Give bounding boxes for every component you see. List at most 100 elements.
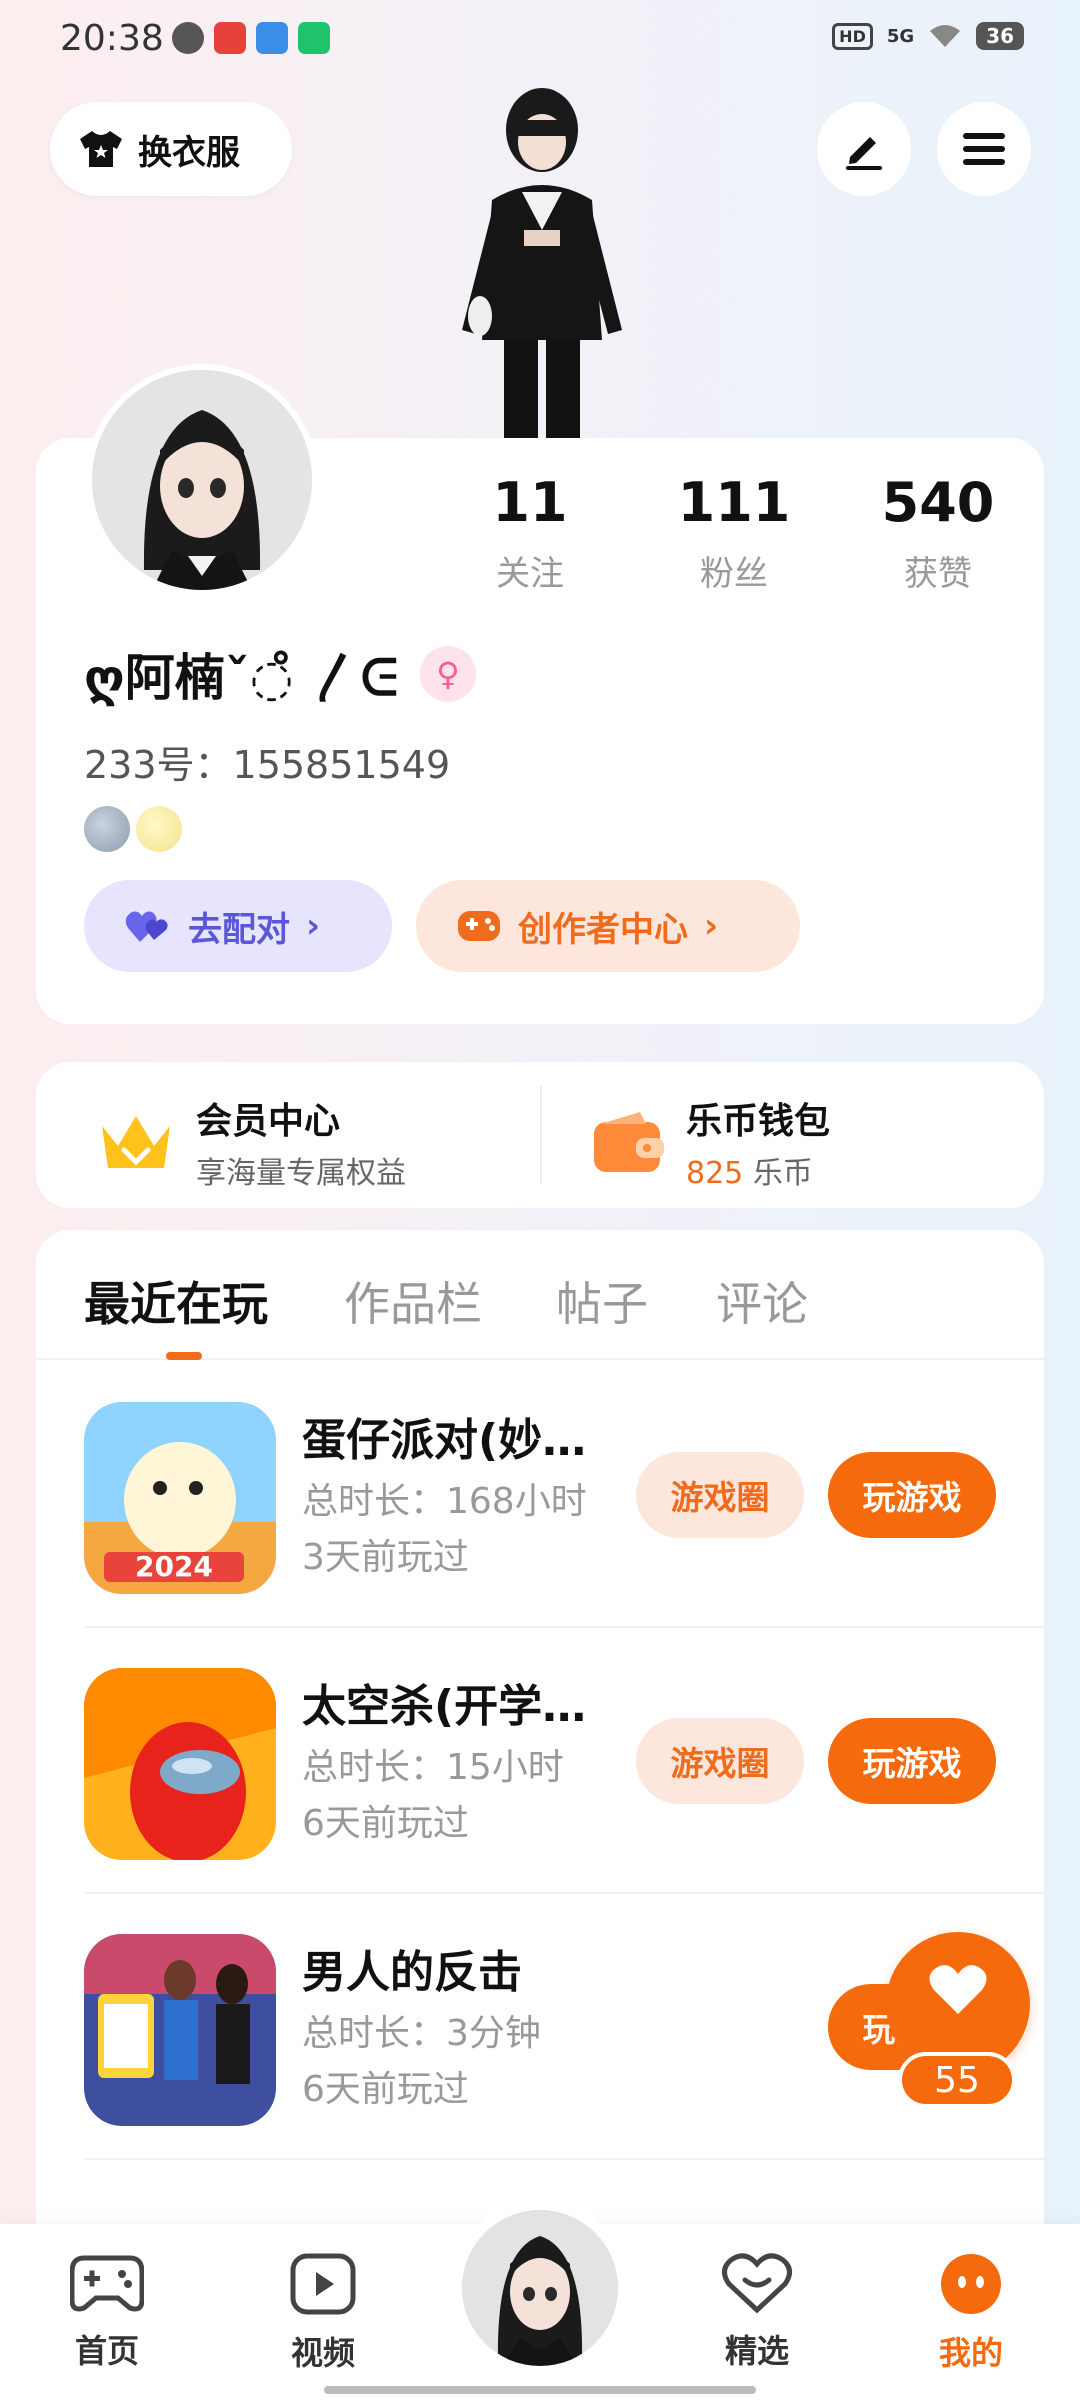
bottom-navigation: 首页 视频 精选 我的 [0,2200,1080,2400]
wallet-amount: 825 [686,1156,744,1191]
nav-video[interactable]: 视频 [258,2252,388,2374]
stat-likes[interactable]: 540 获赞 [848,470,1028,595]
stat-value: 11 [492,471,568,534]
avatar-image [92,370,312,590]
shirt-icon [80,131,122,167]
game-icon[interactable] [84,1934,276,2126]
profile-stats: 11 关注 111 粉丝 540 获赞 [440,470,1020,600]
change-outfit-label: 换衣服 [138,132,240,173]
member-wallet-card: 会员中心 享海量专属权益 乐币钱包 825 乐币 [36,1062,1044,1208]
avatar-image [462,2210,618,2366]
nav-mine[interactable]: 我的 [906,2252,1036,2374]
member-title: 会员中心 [196,1101,341,1142]
stat-following[interactable]: 11 关注 [440,470,620,595]
moon-badge-icon[interactable] [84,806,130,852]
gamepad-icon [69,2255,145,2312]
nav-featured-label: 精选 [724,2332,789,2370]
hamburger-menu-icon [963,133,1005,165]
username-row: ღ阿楠ˇ◌̊ 〳ᕮ ♀ [84,638,476,710]
match-label: 去配对 [188,909,290,950]
member-subtitle: 享海量专属权益 [196,1156,406,1191]
heart-icon [929,1965,987,2014]
stat-value: 540 [881,471,995,534]
game-icon[interactable]: 2024 [84,1402,276,1594]
nav-home[interactable]: 首页 [42,2252,172,2372]
app-notification-icon [256,22,288,54]
app-notification-icon [214,22,246,54]
stat-label: 关注 [496,554,564,594]
divider [540,1086,542,1184]
stat-label: 粉丝 [700,554,768,594]
wallet-icon [594,1112,664,1172]
edit-profile-button[interactable] [817,102,911,196]
nav-mine-label: 我的 [938,2334,1003,2372]
tab-comments[interactable]: 评论 [716,1268,808,1334]
stat-followers[interactable]: 111 粉丝 [644,470,824,595]
nav-featured[interactable]: 精选 [692,2252,822,2372]
home-indicator[interactable] [324,2386,756,2394]
like-count: 55 [898,2052,1016,2108]
wallet-entry[interactable]: 乐币钱包 825 乐币 [590,1092,830,1192]
active-tab-indicator [166,1352,202,1360]
game-last-played: 6天前玩过 [302,1803,469,1844]
chevron-right-icon: › [306,906,321,946]
game-last-played: 6天前玩过 [302,2069,469,2110]
game-icon[interactable] [84,1668,276,1860]
stat-label: 获赞 [904,554,972,594]
game-duration: 总时长：168小时 [302,1481,587,1522]
tab-posts[interactable]: 帖子 [556,1268,648,1334]
status-time: 20:38 [60,18,164,59]
username: ღ阿楠ˇ◌̊ 〳ᕮ [84,649,398,707]
gamepad-icon [458,911,500,941]
game-name: 太空杀(开学… [302,1681,587,1732]
crown-icon [102,1116,170,1168]
stat-value: 111 [677,471,791,534]
chevron-right-icon: › [704,906,719,946]
tab-recently-played[interactable]: 最近在玩 [84,1268,268,1334]
tab-works[interactable]: 作品栏 [344,1268,482,1334]
notification-icons [172,22,330,54]
app-notification-icon [172,22,204,54]
heart-outline-icon [722,2253,792,2314]
game-circle-button[interactable]: 游戏圈 [636,1718,804,1804]
signal-icon: 5G [886,25,915,47]
wallet-balance: 825 乐币 [686,1148,830,1192]
profile-face-icon [941,2254,1001,2314]
video-icon [290,2253,356,2315]
user-badges [84,806,182,852]
nav-video-label: 视频 [290,2334,355,2372]
match-button[interactable]: 去配对 › [84,880,392,972]
hearts-icon [125,911,168,942]
game-row[interactable]: 2024 蛋仔派对(妙… 总时长：168小时 3天前玩过 游戏圈 玩游戏 [84,1362,1044,1628]
svg-text:2024: 2024 [135,1550,213,1583]
nav-home-label: 首页 [74,2332,139,2370]
app-notification-icon [298,22,330,54]
profile-avatar[interactable] [86,364,318,596]
creator-center-button[interactable]: 创作者中心 › [416,880,800,972]
game-duration: 总时长：3分钟 [302,2013,541,2054]
change-outfit-button[interactable]: 换衣服 [50,102,292,196]
nav-avatar[interactable] [452,2200,628,2376]
game-row[interactable]: 太空杀(开学… 总时长：15小时 6天前玩过 游戏圈 玩游戏 [84,1628,1044,1894]
game-name: 蛋仔派对(妙… [302,1415,587,1466]
menu-button[interactable] [937,102,1031,196]
sun-badge-icon[interactable] [136,806,182,852]
play-game-button[interactable]: 玩游戏 [828,1452,996,1538]
play-game-button[interactable]: 玩游戏 [828,1718,996,1804]
member-center-entry[interactable]: 会员中心 享海量专属权益 [96,1092,406,1192]
avatar-3d-figure[interactable] [432,80,652,440]
creator-center-label: 创作者中心 [518,909,688,950]
battery-icon: 36 [976,22,1024,50]
pen-icon [846,137,882,170]
status-indicators: HD 5G 36 [832,22,1024,50]
female-gender-icon: ♀ [419,646,476,702]
game-duration: 总时长：15小时 [302,1747,564,1788]
wallet-unit: 乐币 [752,1156,813,1191]
game-circle-button[interactable]: 游戏圈 [636,1452,804,1538]
game-last-played: 3天前玩过 [302,1537,469,1578]
hd-icon: HD [832,22,873,50]
wifi-icon [930,25,961,47]
content-tabs: 最近在玩 作品栏 帖子 评论 [36,1230,1044,1360]
game-name: 男人的反击 [302,1947,522,1998]
user-id: 233号：155851549 [84,743,451,787]
